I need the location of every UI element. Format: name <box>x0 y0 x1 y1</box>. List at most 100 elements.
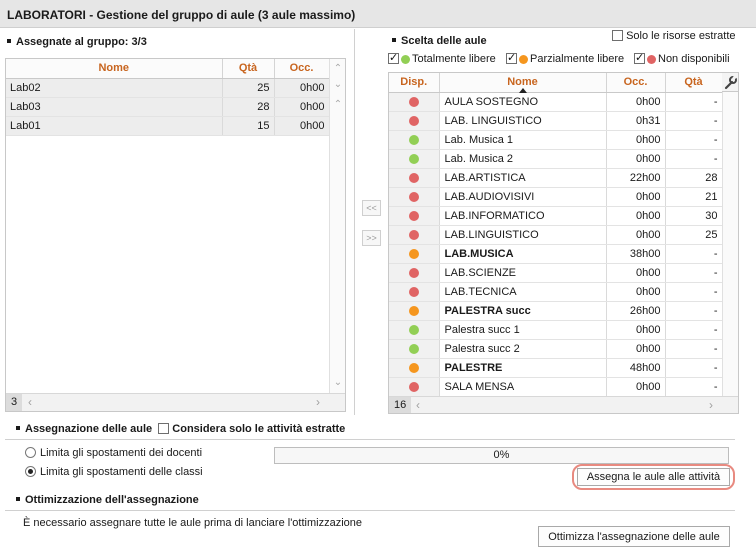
col-occ[interactable]: Occ. <box>274 59 330 79</box>
option-teachers[interactable]: Limita gli spostamenti dei docenti <box>25 446 202 459</box>
scroll-right-icon[interactable]: › <box>316 395 320 409</box>
availability-dot-icon <box>408 153 419 164</box>
col-nome[interactable]: Nome <box>6 59 223 79</box>
cell-disp <box>389 301 440 321</box>
option-classes[interactable]: Limita gli spostamenti delle classi <box>25 465 203 478</box>
table-row[interactable]: Palestra succ 1 0h00- <box>389 320 723 340</box>
only-extracted-checkbox[interactable] <box>612 29 623 41</box>
cell-nome: SALA MENSA <box>439 377 607 397</box>
remove-from-group-button[interactable]: >> <box>362 230 381 246</box>
table-row[interactable]: PALESTRA succ 26h00- <box>389 301 723 321</box>
rooms-count: 16 <box>389 397 412 413</box>
table-row[interactable]: LAB.ARTISTICA 22h00 28 <box>389 168 723 188</box>
classes-label: Limita gli spostamenti delle classi <box>40 466 203 478</box>
assigned-scrollbar[interactable]: ⌃ ⌄ ⌃ ⌄ <box>329 59 345 393</box>
table-row[interactable]: Lab. Musica 1 0h00- <box>389 130 723 150</box>
bullet-icon <box>392 38 396 43</box>
rooms-scrollbar[interactable] <box>722 92 738 396</box>
cell-qta: 15 <box>222 116 275 136</box>
teachers-radio[interactable] <box>25 446 36 458</box>
table-row[interactable]: Lab01 15 0h00 <box>6 116 330 136</box>
cell-qta: - <box>665 301 723 321</box>
table-row[interactable]: Lab. Musica 2 0h00- <box>389 149 723 169</box>
table-row[interactable]: Palestra succ 2 0h00- <box>389 339 723 359</box>
legend-partial[interactable]: Parzialmente libere <box>506 51 624 65</box>
free-dot-icon <box>401 54 410 64</box>
cell-nome: Lab. Musica 2 <box>439 149 607 169</box>
scroll-down-icon[interactable]: ⌄ <box>330 377 345 389</box>
cell-disp <box>389 377 440 397</box>
cell-nome: Lab. Musica 1 <box>439 130 607 150</box>
optimize-button[interactable]: Ottimizza l'assegnazione delle aule <box>538 526 730 547</box>
wrench-icon[interactable] <box>722 73 738 92</box>
window-title: LABORATORI - Gestione del gruppo di aule… <box>7 8 356 22</box>
cell-occ: 0h00 <box>606 187 666 207</box>
col-nome[interactable]: Nome <box>439 73 607 93</box>
cell-occ: 0h00 <box>606 339 666 359</box>
cell-qta: - <box>665 92 723 112</box>
only-extracted-activities-checkbox[interactable] <box>158 422 170 434</box>
cell-disp <box>389 111 440 131</box>
cell-disp <box>389 92 440 112</box>
availability-dot-icon <box>408 229 419 240</box>
scroll-left-icon[interactable]: ‹ <box>416 398 420 412</box>
partial-checkbox[interactable] <box>506 51 517 64</box>
table-row[interactable]: LAB.SCIENZE 0h00- <box>389 263 723 283</box>
cell-nome: PALESTRA succ <box>439 301 607 321</box>
scroll-down-icon[interactable]: ⌄ <box>330 79 345 91</box>
cell-occ: 22h00 <box>606 168 666 188</box>
col-qta[interactable]: Qtà <box>222 59 275 79</box>
partial-dot-icon <box>519 54 528 64</box>
assign-rooms-button[interactable]: Assegna le aule alle attività <box>577 468 730 486</box>
wrench-icon-svg <box>724 75 737 90</box>
only-extracted-activities-label[interactable]: Considera solo le attività estratte <box>172 423 345 435</box>
cell-qta: - <box>665 149 723 169</box>
add-to-group-button[interactable]: << <box>362 200 381 216</box>
cell-disp <box>389 358 440 378</box>
cell-occ: 0h00 <box>274 78 330 98</box>
table-row[interactable]: LAB.MUSICA 38h00- <box>389 244 723 264</box>
table-row[interactable]: LAB.AUDIOVISIVI 0h00 21 <box>389 187 723 207</box>
col-disp[interactable]: Disp. <box>389 73 440 93</box>
busy-checkbox[interactable] <box>634 51 645 64</box>
legend-free[interactable]: Totalmente libere <box>388 51 496 65</box>
table-row[interactable]: LAB.INFORMATICO 0h00 30 <box>389 206 723 226</box>
scroll-up-icon[interactable]: ⌃ <box>330 63 345 75</box>
scroll-right-icon[interactable]: › <box>709 398 713 412</box>
col-nome-label: Nome <box>507 76 538 89</box>
legend-busy[interactable]: Non disponibili <box>634 51 730 65</box>
assigned-title-text: Assegnate al gruppo: 3/3 <box>16 36 147 48</box>
bullet-icon <box>7 39 11 44</box>
cell-nome: LAB. LINGUISTICO <box>439 111 607 131</box>
col-occ[interactable]: Occ. <box>606 73 666 93</box>
col-qta[interactable]: Qtà <box>665 73 723 93</box>
rooms-grid: Disp. Nome Occ. Qtà AULA SOSTEGNO 0h00- LA… <box>389 73 723 397</box>
cell-occ: 0h00 <box>606 320 666 340</box>
cell-nome: Lab03 <box>6 97 223 117</box>
table-row[interactable]: AULA SOSTEGNO 0h00- <box>389 92 723 112</box>
table-row[interactable]: LAB.TECNICA 0h00- <box>389 282 723 302</box>
cell-nome: LAB.SCIENZE <box>439 263 607 283</box>
only-extracted-resources[interactable]: Solo le risorse estratte <box>612 29 736 42</box>
availability-dot-icon <box>408 134 419 145</box>
assigned-count: 3 <box>6 394 23 411</box>
assign-divider <box>5 439 735 440</box>
free-checkbox[interactable] <box>388 51 399 64</box>
table-row[interactable]: LAB. LINGUISTICO 0h31- <box>389 111 723 131</box>
table-row[interactable]: SALA MENSA 0h00- <box>389 377 723 397</box>
cell-qta: - <box>665 111 723 131</box>
table-row[interactable]: Lab02 25 0h00 <box>6 78 330 98</box>
cell-disp <box>389 206 440 226</box>
table-row[interactable]: Lab03 28 0h00 <box>6 97 330 117</box>
choice-title-text: Scelta delle aule <box>401 35 487 47</box>
cell-occ: 0h00 <box>606 225 666 245</box>
scroll-up-icon[interactable]: ⌃ <box>330 99 345 111</box>
bullet-icon <box>16 426 20 431</box>
table-row[interactable]: LAB.LINGUISTICO 0h00 25 <box>389 225 723 245</box>
cell-nome: LAB.MUSICA <box>439 244 607 264</box>
table-row[interactable]: PALESTRE 48h00- <box>389 358 723 378</box>
classes-radio[interactable] <box>25 465 36 477</box>
cell-disp <box>389 244 440 264</box>
scroll-left-icon[interactable]: ‹ <box>28 395 32 409</box>
bullet-icon <box>16 497 20 502</box>
